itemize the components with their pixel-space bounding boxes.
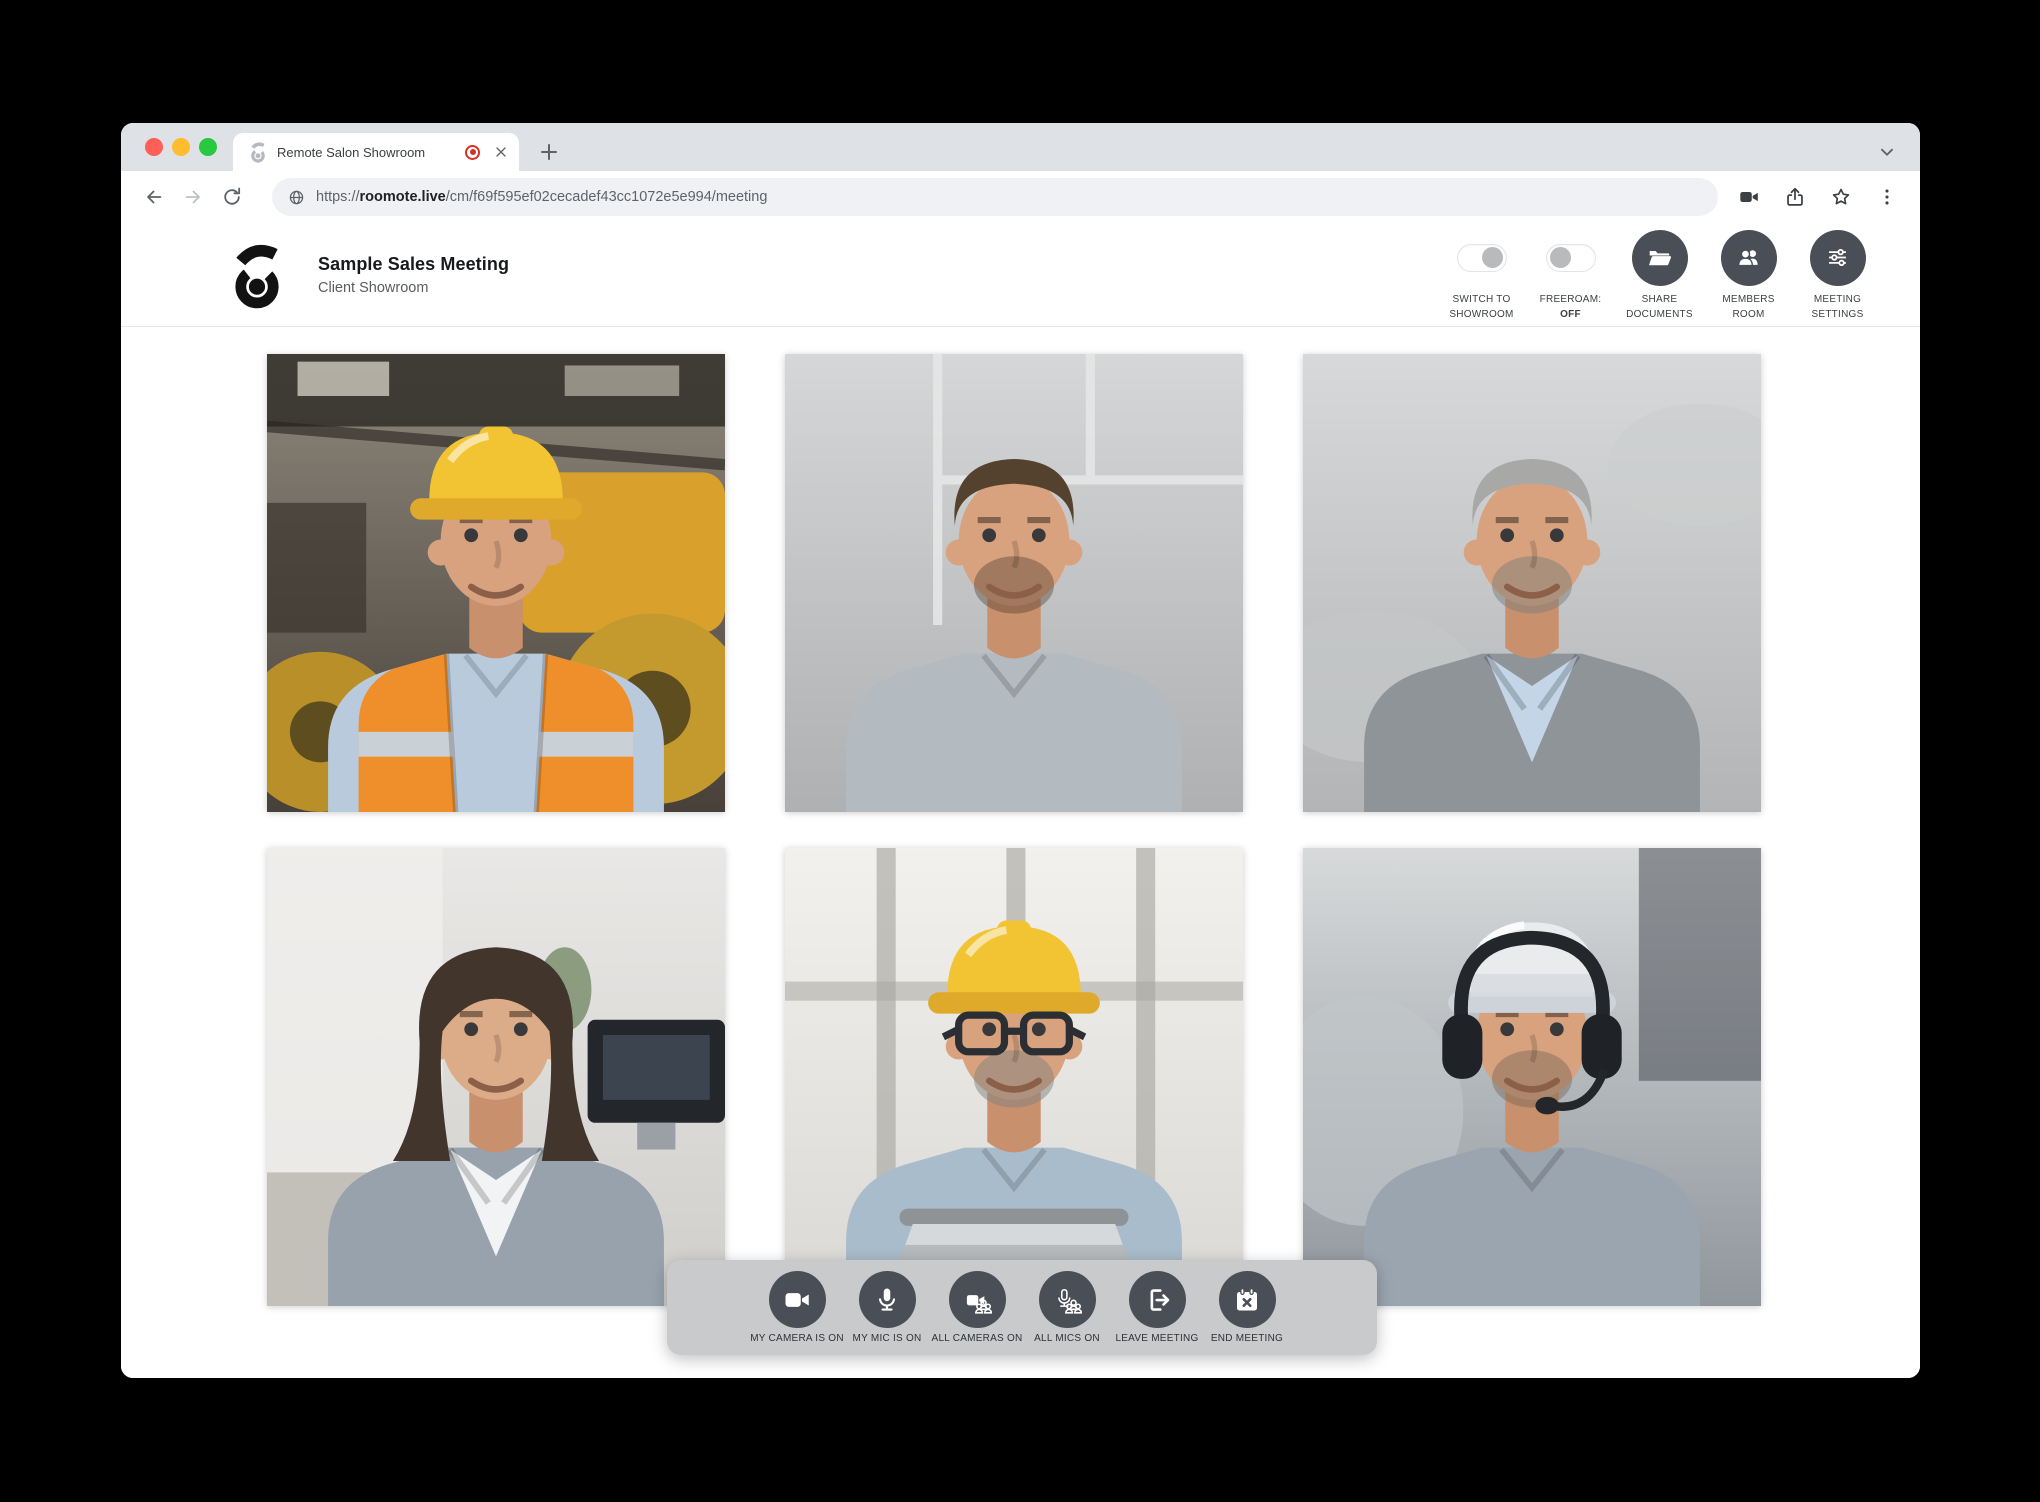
reload-icon[interactable] xyxy=(221,186,243,208)
members-room-button: MEMBERSROOM xyxy=(1704,228,1793,322)
share-icon[interactable] xyxy=(1784,186,1806,208)
tab-close-icon[interactable] xyxy=(493,144,509,160)
toolbar-actions xyxy=(1738,186,1898,208)
browser-tab[interactable]: Remote Salon Showroom xyxy=(233,133,519,171)
share-documents-button-label: SHAREDOCUMENTS xyxy=(1626,292,1693,322)
meeting-title: Sample Sales Meeting xyxy=(318,254,509,275)
members-room-button-area xyxy=(1721,228,1777,288)
browser-toolbar: https://roomote.live/cm/f69f595ef02cecad… xyxy=(121,171,1920,223)
bookmark-star-icon[interactable] xyxy=(1830,186,1852,208)
meeting-settings-button: MEETINGSETTINGS xyxy=(1793,228,1882,322)
tab-strip: Remote Salon Showroom xyxy=(121,123,1920,171)
toggle-knob xyxy=(1482,247,1503,268)
url-path: /cm/f69f595ef02cecadef43cc1072e5e994/mee… xyxy=(446,189,768,205)
mic-icon xyxy=(872,1285,902,1315)
members-icon xyxy=(1735,244,1762,271)
meeting-settings-button-area xyxy=(1810,228,1866,288)
close-window-button[interactable] xyxy=(145,138,163,156)
all-cameras-button[interactable]: ALL CAMERAS ON xyxy=(932,1271,1022,1344)
share-documents-button: SHAREDOCUMENTS xyxy=(1615,228,1704,322)
members-room-button-label: MEMBERSROOM xyxy=(1722,292,1774,322)
folder-open-icon xyxy=(1646,244,1673,271)
participant-man-gray-suit xyxy=(1303,354,1761,812)
window-controls xyxy=(145,138,217,156)
my-mic-button-circle[interactable] xyxy=(859,1271,916,1328)
switch-to-showroom-toggle-area xyxy=(1457,228,1507,288)
freeroam-toggle-area xyxy=(1546,228,1596,288)
meeting-subtitle: Client Showroom xyxy=(318,280,509,296)
leave-meeting-button-circle[interactable] xyxy=(1129,1271,1186,1328)
end-meeting-button-label: END MEETING xyxy=(1211,1333,1283,1344)
freeroam-toggle: FREEROAM:OFF xyxy=(1526,228,1615,322)
all-mics-button-label: ALL MICS ON xyxy=(1034,1333,1100,1344)
address-bar[interactable]: https://roomote.live/cm/f69f595ef02cecad… xyxy=(272,178,1718,216)
my-mic-button-label: MY MIC IS ON xyxy=(853,1333,922,1344)
new-tab-button[interactable] xyxy=(537,140,561,164)
meeting-control-bar: MY CAMERA IS ON MY MIC IS ON ALL CAMERAS… xyxy=(667,1260,1377,1355)
zoom-window-button[interactable] xyxy=(199,138,217,156)
leave-icon xyxy=(1142,1285,1172,1315)
participant-worker-helmet-headset xyxy=(1303,848,1761,1306)
meeting-app: Sample Sales Meeting Client Showroom SWI… xyxy=(121,223,1920,1378)
toggle-knob xyxy=(1550,247,1571,268)
my-mic-button[interactable]: MY MIC IS ON xyxy=(842,1271,932,1344)
my-camera-button-circle[interactable] xyxy=(769,1271,826,1328)
end-meeting-button[interactable]: END MEETING xyxy=(1202,1271,1292,1344)
url-domain: roomote.live xyxy=(360,189,446,205)
all-cameras-button-label: ALL CAMERAS ON xyxy=(932,1333,1023,1344)
browser-window: Remote Salon Showroom xyxy=(121,123,1920,1378)
browser-menu-icon[interactable] xyxy=(1876,186,1898,208)
screen: Remote Salon Showroom xyxy=(0,0,2040,1502)
tab-recording-indicator xyxy=(465,145,480,160)
url-text: https://roomote.live/cm/f69f595ef02cecad… xyxy=(316,189,767,205)
calendar-x-icon xyxy=(1232,1285,1262,1315)
freeroam-toggle-label: FREEROAM:OFF xyxy=(1540,292,1602,322)
settings-sliders-icon xyxy=(1824,244,1851,271)
share-documents-button[interactable] xyxy=(1632,230,1688,286)
minimize-window-button[interactable] xyxy=(172,138,190,156)
meeting-title-block: Sample Sales Meeting Client Showroom xyxy=(318,254,509,296)
back-icon[interactable] xyxy=(143,186,165,208)
members-room-button[interactable] xyxy=(1721,230,1777,286)
all-cameras-icon xyxy=(962,1285,992,1315)
leave-meeting-button[interactable]: LEAVE MEETING xyxy=(1112,1271,1202,1344)
chevron-down-icon[interactable] xyxy=(1876,141,1898,163)
all-mics-button[interactable]: ALL MICS ON xyxy=(1022,1271,1112,1344)
participant-worker-glasses-hat xyxy=(785,848,1243,1306)
camera-icon xyxy=(782,1285,812,1315)
globe-icon xyxy=(288,189,305,206)
meeting-settings-button-label: MEETINGSETTINGS xyxy=(1811,292,1863,322)
video-grid xyxy=(267,354,1761,1306)
all-mics-icon xyxy=(1052,1285,1082,1315)
all-mics-button-circle[interactable] xyxy=(1039,1271,1096,1328)
share-documents-button-area xyxy=(1632,228,1688,288)
camera-toolbar-icon[interactable] xyxy=(1738,186,1760,208)
switch-to-showroom-toggle-label: SWITCH TOSHOWROOM xyxy=(1449,292,1513,322)
freeroam-toggle[interactable] xyxy=(1546,244,1596,272)
switch-to-showroom-toggle: SWITCH TOSHOWROOM xyxy=(1437,228,1526,322)
app-logo xyxy=(230,240,284,310)
tab-title: Remote Salon Showroom xyxy=(277,145,465,160)
my-camera-button[interactable]: MY CAMERA IS ON xyxy=(752,1271,842,1344)
meeting-settings-button[interactable] xyxy=(1810,230,1866,286)
forward-icon[interactable] xyxy=(182,186,204,208)
all-cameras-button-circle[interactable] xyxy=(949,1271,1006,1328)
url-scheme: https:// xyxy=(316,189,360,205)
my-camera-button-label: MY CAMERA IS ON xyxy=(750,1333,844,1344)
app-header: Sample Sales Meeting Client Showroom SWI… xyxy=(121,223,1920,327)
participant-man-gray-shirt xyxy=(785,354,1243,812)
participant-woman-blazer xyxy=(267,848,725,1306)
leave-meeting-button-label: LEAVE MEETING xyxy=(1115,1333,1198,1344)
participant-worker-hard-hat-vest xyxy=(267,354,725,812)
end-meeting-button-circle[interactable] xyxy=(1219,1271,1276,1328)
site-favicon-icon xyxy=(249,141,267,163)
switch-to-showroom-toggle[interactable] xyxy=(1457,244,1507,272)
header-controls: SWITCH TOSHOWROOM FREEROAM:OFF SHAREDOCUM… xyxy=(1437,228,1882,322)
